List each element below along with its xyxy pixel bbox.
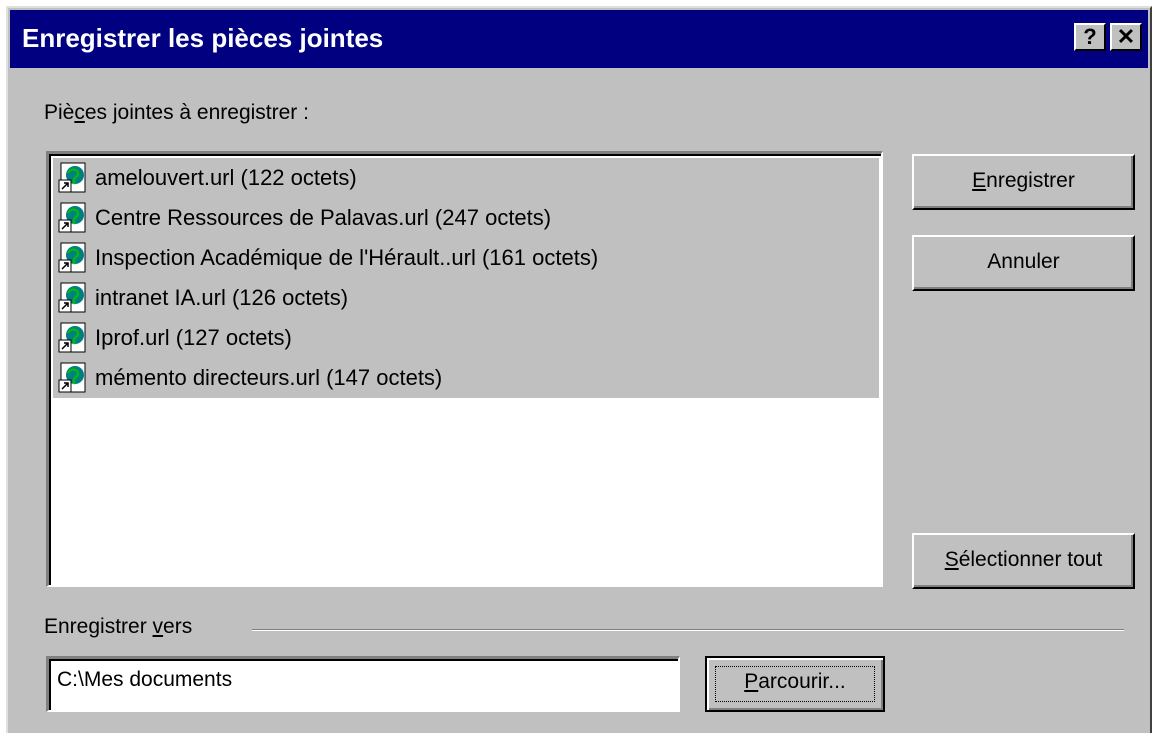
attachments-label: Pièces jointes à enregistrer : bbox=[44, 101, 309, 124]
focus-ring bbox=[715, 666, 875, 702]
close-button[interactable]: ✕ bbox=[1110, 23, 1142, 51]
browse-button[interactable]: Parcourir... bbox=[705, 656, 885, 712]
close-icon: ✕ bbox=[1116, 24, 1136, 49]
attachment-item[interactable]: Inspection Académique de l'Hérault..url … bbox=[53, 238, 879, 278]
destination-path-field[interactable]: C:\Mes documents bbox=[46, 656, 680, 712]
title-bar[interactable]: Enregistrer les pièces jointes ? ✕ bbox=[10, 10, 1148, 68]
help-icon: ? bbox=[1083, 24, 1097, 49]
attachment-item[interactable]: intranet IA.url (126 octets) bbox=[53, 278, 879, 318]
attachment-item[interactable]: Centre Ressources de Palavas.url (247 oc… bbox=[53, 198, 879, 238]
select-all-button[interactable]: Sélectionner tout bbox=[912, 533, 1135, 589]
attachment-item-label: Iprof.url (127 octets) bbox=[95, 325, 292, 350]
attachment-item-label: intranet IA.url (126 octets) bbox=[95, 285, 349, 310]
save-button[interactable]: Enregistrer bbox=[912, 154, 1135, 210]
attachment-item-label: Centre Ressources de Palavas.url (247 oc… bbox=[95, 205, 552, 230]
attachments-listbox[interactable]: amelouvert.url (122 octets) Centre Ressou… bbox=[46, 151, 883, 587]
dialog-title: Enregistrer les pièces jointes bbox=[22, 23, 384, 53]
url-file-icon bbox=[57, 202, 91, 234]
url-file-icon bbox=[57, 282, 91, 314]
attachment-item[interactable]: mémento directeurs.url (147 octets) bbox=[53, 358, 879, 398]
url-file-icon bbox=[57, 362, 91, 394]
url-file-icon bbox=[57, 162, 91, 194]
attachment-item-label: Inspection Académique de l'Hérault..url … bbox=[95, 245, 599, 270]
group-separator bbox=[252, 629, 1124, 631]
attachment-item-label: amelouvert.url (122 octets) bbox=[95, 165, 357, 190]
help-button[interactable]: ? bbox=[1074, 23, 1106, 51]
save-attachments-dialog: Enregistrer les pièces jointes ? ✕ Pièce… bbox=[6, 6, 1152, 733]
attachment-item[interactable]: Iprof.url (127 octets) bbox=[53, 318, 879, 358]
attachment-item-label: mémento directeurs.url (147 octets) bbox=[95, 365, 443, 390]
url-file-icon bbox=[57, 322, 91, 354]
attachments-list: amelouvert.url (122 octets) Centre Ressou… bbox=[53, 158, 879, 398]
attachment-item[interactable]: amelouvert.url (122 octets) bbox=[53, 158, 879, 198]
url-file-icon bbox=[57, 242, 91, 274]
save-to-label: Enregistrer vers bbox=[44, 615, 193, 638]
cancel-button[interactable]: Annuler bbox=[912, 235, 1135, 291]
